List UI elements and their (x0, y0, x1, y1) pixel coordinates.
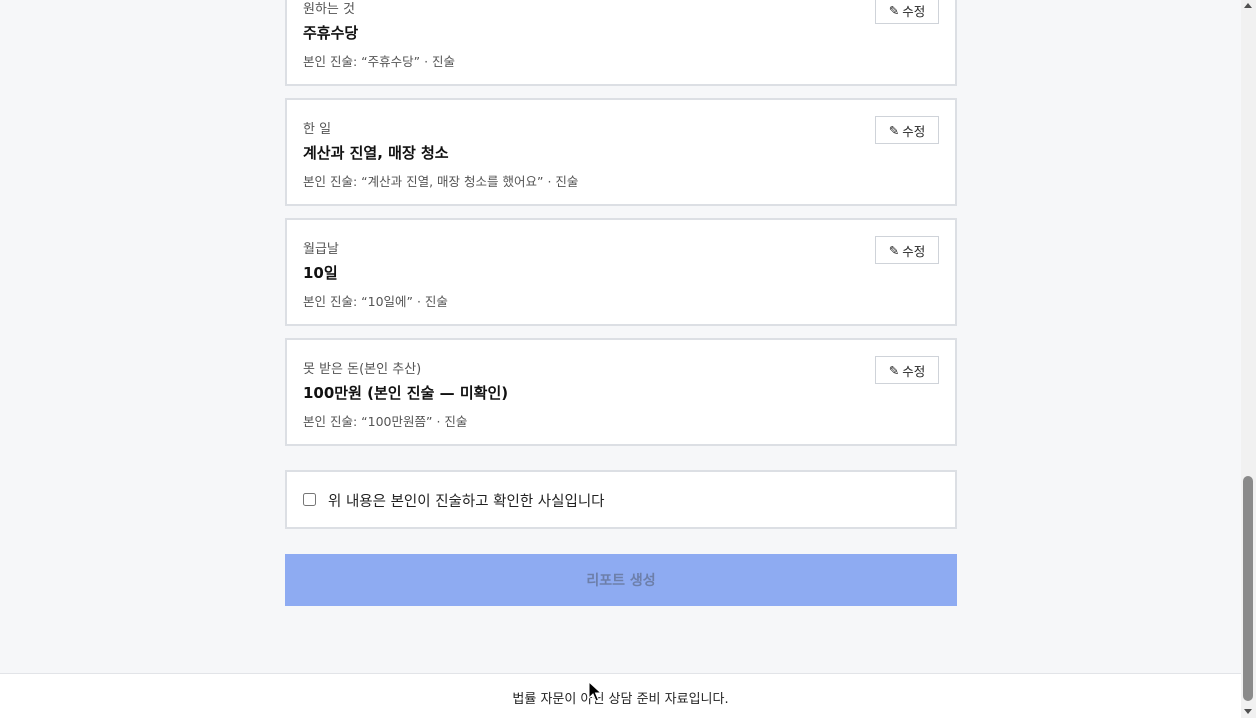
edit-button[interactable]: ✎ 수정 (875, 0, 939, 24)
fact-label: 월급날 (303, 242, 339, 257)
edit-button-label: 수정 (902, 123, 926, 139)
fact-value: 10일 (303, 264, 338, 282)
pencil-icon: ✎ (888, 242, 900, 258)
fact-value: 주휴수당 (303, 24, 359, 42)
pencil-icon: ✎ (888, 362, 900, 378)
fact-card-payday: 월급날 10일 본인 진술: “10일에” · 진술 ✎ 수정 (285, 218, 957, 326)
fact-statement: 본인 진술: “10일에” · 진술 (303, 294, 448, 309)
pencil-icon: ✎ (888, 2, 900, 18)
fact-label: 못 받은 돈(본인 추산) (303, 362, 422, 377)
scroll-up-icon[interactable] (1244, 3, 1252, 8)
fact-statement: 본인 진술: “100만원쯤” · 진술 (303, 414, 468, 429)
scrollbar-thumb[interactable] (1243, 476, 1253, 701)
footer: 법률 자문이 아닌 상담 준비 자료입니다. (0, 673, 1241, 718)
fact-card-wanted: 원하는 것 주휴수당 본인 진술: “주휴수당” · 진술 ✎ 수정 (285, 0, 957, 86)
confirm-text: 위 내용은 본인이 진술하고 확인한 사실입니다 (328, 494, 605, 510)
fact-value: 계산과 진열, 매장 청소 (303, 144, 449, 162)
fact-card-unpaid: 못 받은 돈(본인 추산) 100만원 (본인 진술 — 미확인) 본인 진술:… (285, 338, 957, 446)
generate-report-button[interactable]: 리포트 생성 (285, 554, 957, 606)
facts-column: 원하는 것 주휴수당 본인 진술: “주휴수당” · 진술 ✎ 수정 한 일 계… (285, 0, 957, 718)
edit-button-label: 수정 (902, 3, 926, 19)
vertical-scrollbar[interactable] (1241, 0, 1256, 718)
edit-button-label: 수정 (902, 243, 926, 259)
fact-statement: 본인 진술: “계산과 진열, 매장 청소를 했어요” · 진술 (303, 174, 579, 189)
page-viewport: 원하는 것 주휴수당 본인 진술: “주휴수당” · 진술 ✎ 수정 한 일 계… (0, 0, 1241, 718)
pencil-icon: ✎ (888, 122, 900, 138)
edit-button[interactable]: ✎ 수정 (875, 236, 939, 264)
footer-disclaimer: 법률 자문이 아닌 상담 준비 자료입니다. (512, 692, 729, 707)
edit-button[interactable]: ✎ 수정 (875, 116, 939, 144)
confirm-box: 위 내용은 본인이 진술하고 확인한 사실입니다 (285, 470, 957, 529)
edit-button-label: 수정 (902, 363, 926, 379)
confirm-checkbox[interactable] (303, 493, 316, 506)
edit-button[interactable]: ✎ 수정 (875, 356, 939, 384)
scroll-down-icon[interactable] (1244, 709, 1252, 714)
fact-label: 한 일 (303, 122, 332, 137)
fact-label: 원하는 것 (303, 2, 355, 17)
fact-value: 100만원 (본인 진술 — 미확인) (303, 384, 509, 402)
fact-card-work: 한 일 계산과 진열, 매장 청소 본인 진술: “계산과 진열, 매장 청소를… (285, 98, 957, 206)
mouse-cursor-icon (588, 681, 602, 702)
fact-statement: 본인 진술: “주휴수당” · 진술 (303, 54, 456, 69)
